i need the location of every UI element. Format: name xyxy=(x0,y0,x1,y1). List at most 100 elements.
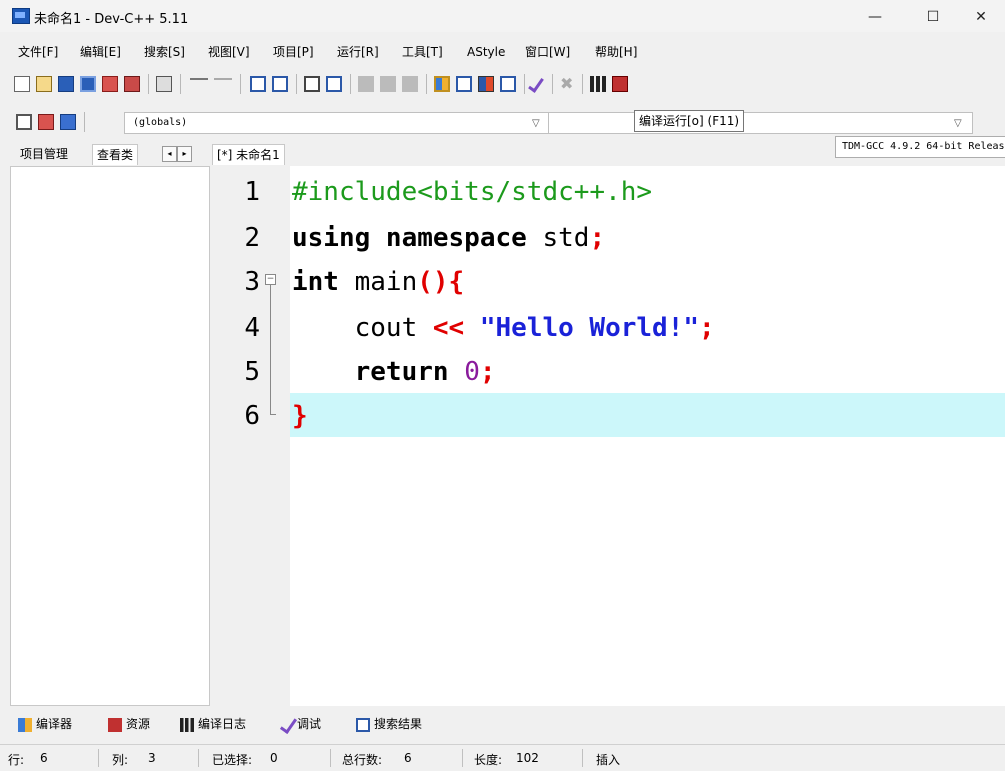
status-row-label: 行: xyxy=(8,753,25,767)
remove-from-project-icon[interactable] xyxy=(380,76,396,92)
chevron-down-icon[interactable]: ▽ xyxy=(532,118,540,129)
title-bar: 未命名1 - Dev-C++ 5.11 — ☐ ✕ xyxy=(0,0,1005,32)
menu-astyle[interactable]: AStyle xyxy=(467,42,505,62)
menu-bar: 文件[F] 编辑[E] 搜索[S] 视图[V] 项目[P] 运行[R] 工具[T… xyxy=(0,42,1005,62)
open-file-icon[interactable] xyxy=(36,76,52,92)
close-button[interactable]: ✕ xyxy=(958,4,1004,30)
chevron-down-icon[interactable]: ▽ xyxy=(954,118,962,129)
fold-collapse-icon[interactable]: − xyxy=(265,274,276,285)
find-icon[interactable] xyxy=(250,76,266,92)
menu-tools[interactable]: 工具[T] xyxy=(402,42,443,62)
status-separator xyxy=(198,749,199,767)
insert-icon[interactable] xyxy=(38,114,54,130)
tab-label: 编译日志 xyxy=(198,717,247,731)
scope-combo[interactable]: (globals) xyxy=(124,112,549,134)
preprocessor-directive: #include<bits/stdc++.h> xyxy=(292,177,653,207)
add-to-project-icon[interactable] xyxy=(358,76,374,92)
app-icon xyxy=(12,8,30,24)
compile-icon[interactable] xyxy=(434,76,450,92)
active-line-highlight xyxy=(290,393,1005,437)
toolbar-separator xyxy=(582,74,583,94)
keyword: return xyxy=(354,357,449,387)
bookmark-icon[interactable] xyxy=(60,114,76,130)
menu-edit[interactable]: 编辑[E] xyxy=(80,42,121,62)
save-icon[interactable] xyxy=(58,76,74,92)
line-number: 5 xyxy=(244,357,260,387)
menu-window[interactable]: 窗口[W] xyxy=(525,42,570,62)
identifier: std xyxy=(526,223,590,253)
secondary-toolbar: (globals) ▽ ▽ xyxy=(0,110,1005,136)
tab-scroll-right-icon[interactable]: ▸ xyxy=(177,146,192,162)
close-all-icon[interactable] xyxy=(124,76,140,92)
toolbar-separator xyxy=(84,112,85,132)
compile-run-icon[interactable] xyxy=(478,76,494,92)
undo-icon[interactable] xyxy=(190,78,208,88)
new-file-icon[interactable] xyxy=(14,76,30,92)
tab-label: 调试 xyxy=(297,717,322,731)
window-title: 未命名1 - Dev-C++ 5.11 xyxy=(34,12,189,27)
tab-project-manager[interactable]: 项目管理 xyxy=(16,144,72,164)
tab-compile-log[interactable]: 编译日志 xyxy=(180,712,246,736)
replace-icon[interactable] xyxy=(272,76,288,92)
menu-file[interactable]: 文件[F] xyxy=(18,42,58,62)
profile-icon[interactable] xyxy=(590,76,606,92)
status-total-label: 总行数: xyxy=(342,753,383,767)
stop-execution-icon[interactable]: ✖ xyxy=(560,76,576,92)
code-line-1: #include<bits/stdc++.h> xyxy=(292,170,652,214)
menu-view[interactable]: 视图[V] xyxy=(208,42,250,62)
status-row-value: 6 xyxy=(40,751,48,765)
keyword: int xyxy=(292,267,339,297)
minimize-button[interactable]: — xyxy=(852,4,898,30)
line-number: 6 xyxy=(244,401,260,431)
tab-search-results[interactable]: 搜索结果 xyxy=(356,712,422,736)
project-panel[interactable] xyxy=(10,166,210,706)
tab-class-browser[interactable]: 查看类 xyxy=(92,144,139,165)
status-total-value: 6 xyxy=(404,751,412,765)
line-number: 1 xyxy=(244,177,260,207)
symbol: (){ xyxy=(417,267,465,297)
syntax-check-icon[interactable] xyxy=(528,75,544,93)
log-icon xyxy=(180,717,194,732)
project-options-icon[interactable] xyxy=(402,76,418,92)
run-icon[interactable] xyxy=(456,76,472,92)
redo-icon[interactable] xyxy=(214,78,232,88)
tab-debug[interactable]: 调试 xyxy=(279,712,322,736)
tab-label: 编译器 xyxy=(36,717,73,731)
status-separator xyxy=(330,749,331,767)
status-sel-value: 0 xyxy=(270,751,278,765)
status-bar: 行: 6 列: 3 已选择: 0 总行数: 6 长度: 102 插入 xyxy=(0,744,1005,771)
tab-editor-file[interactable]: [*] 未命名1 xyxy=(212,144,285,165)
close-file-icon[interactable] xyxy=(102,76,118,92)
tab-label: 资源 xyxy=(126,717,151,731)
tab-resources[interactable]: 资源 xyxy=(108,712,150,736)
code-line-5: return 0; xyxy=(292,350,496,394)
status-col-value: 3 xyxy=(148,751,156,765)
menu-help[interactable]: 帮助[H] xyxy=(595,42,637,62)
save-all-icon[interactable] xyxy=(80,76,96,92)
code-line-6: } xyxy=(292,394,308,438)
indent-icon[interactable] xyxy=(326,76,342,92)
tab-scroll-left-icon[interactable]: ◂ xyxy=(162,146,177,162)
code-line-3: int main(){ xyxy=(292,260,464,304)
goto-line-icon[interactable] xyxy=(304,76,320,92)
code-line-2: using namespace std; xyxy=(292,216,605,260)
status-separator xyxy=(582,749,583,767)
menu-project[interactable]: 项目[P] xyxy=(273,42,314,62)
maximize-button[interactable]: ☐ xyxy=(910,4,956,30)
rebuild-all-icon[interactable] xyxy=(500,76,516,92)
tab-compiler[interactable]: 编译器 xyxy=(18,712,72,736)
function-combo[interactable] xyxy=(548,112,973,134)
menu-search[interactable]: 搜索[S] xyxy=(144,42,185,62)
string-literal: "Hello World!" xyxy=(479,313,700,343)
tab-label: 搜索结果 xyxy=(374,717,423,731)
new-class-icon[interactable] xyxy=(16,114,32,130)
line-number: 4 xyxy=(244,313,260,343)
print-icon[interactable] xyxy=(156,76,172,92)
tooltip: 编译运行[o] (F11) xyxy=(634,110,745,132)
delete-profile-icon[interactable] xyxy=(612,76,628,92)
menu-run[interactable]: 运行[R] xyxy=(337,42,379,62)
toolbar-separator xyxy=(148,74,149,94)
toolbar-separator xyxy=(552,74,553,94)
